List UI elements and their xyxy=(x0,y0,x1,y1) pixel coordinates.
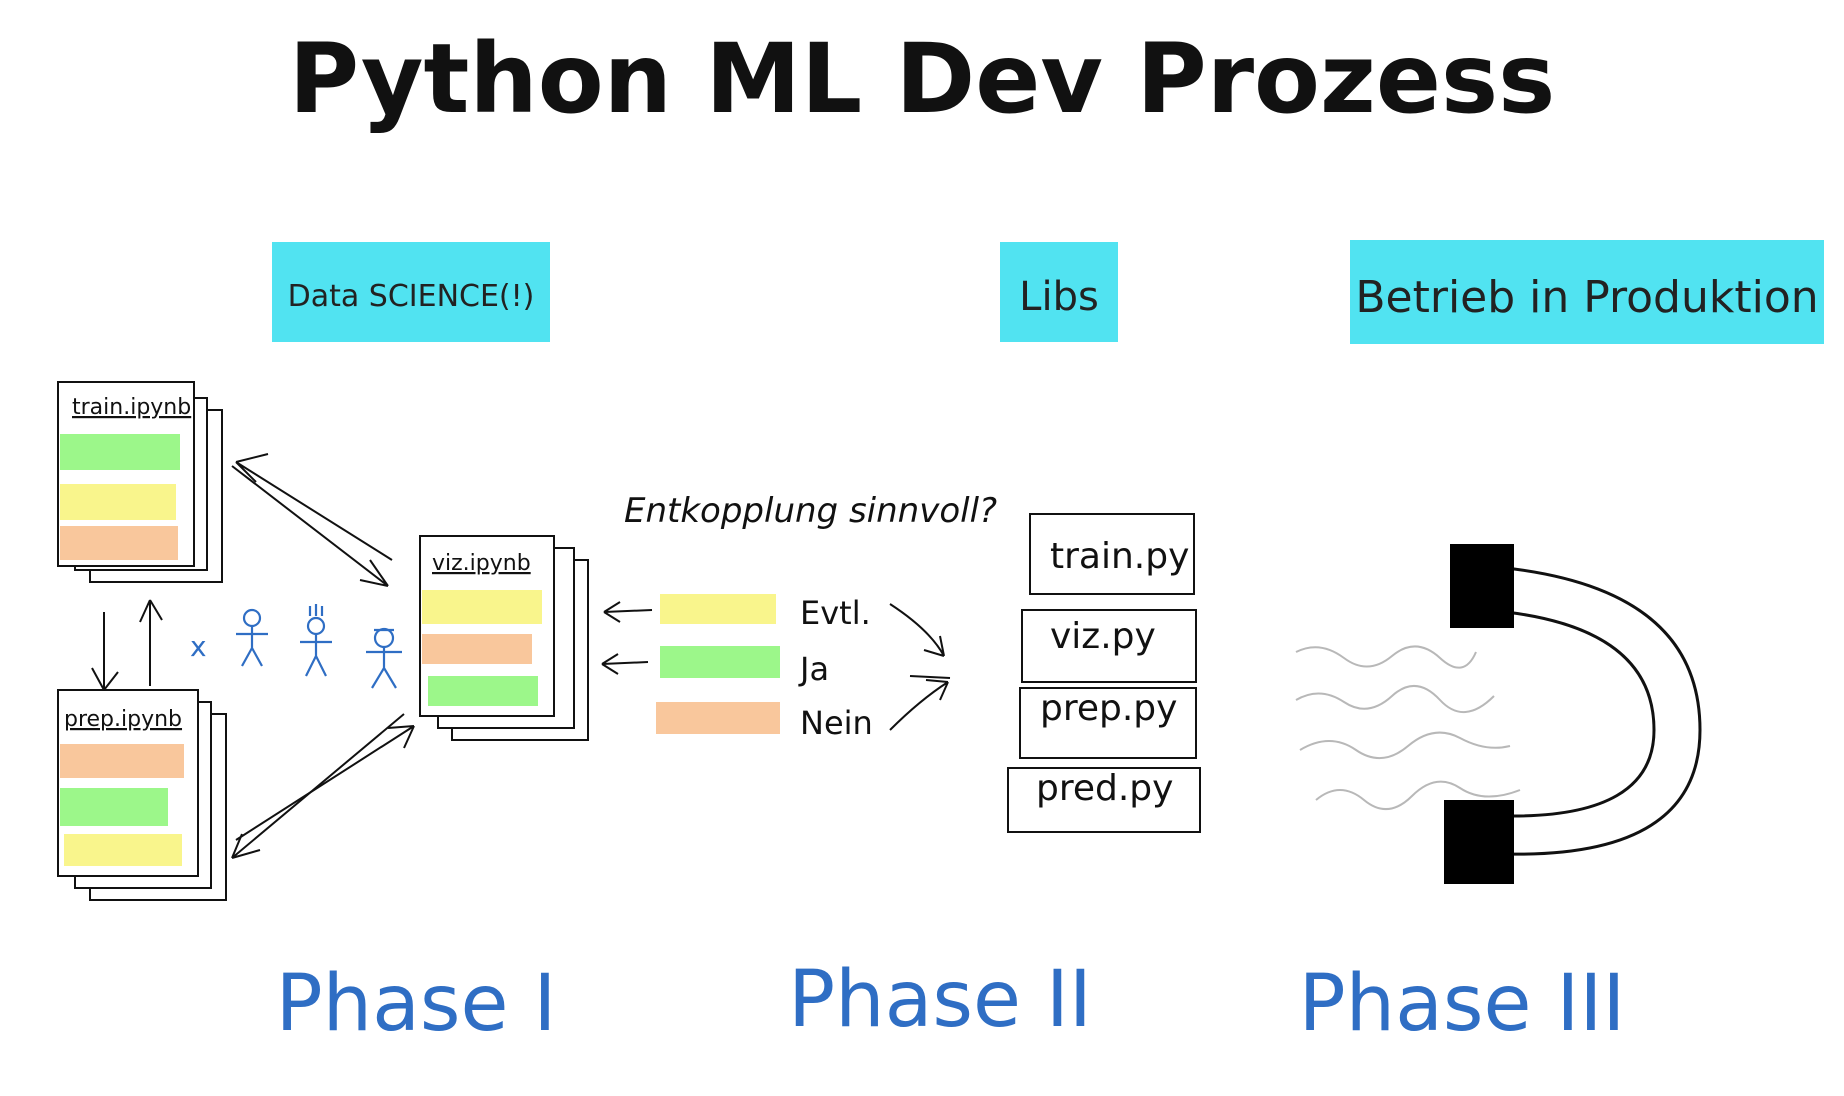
lib-prep-label: prep.py xyxy=(1040,688,1177,729)
person-icon xyxy=(300,604,332,677)
people-marks: x xyxy=(190,630,207,663)
magnetic-waves xyxy=(1295,645,1521,810)
cell-yellow xyxy=(64,834,182,866)
arrow-prep-to-viz xyxy=(235,725,415,841)
arrow-viz-to-prep xyxy=(231,713,405,859)
header-production-label: Betrieb in Produktion xyxy=(1355,272,1818,323)
phase-two-label: Phase II xyxy=(788,955,1092,1045)
notebook-train-label: train.ipynb xyxy=(72,395,191,420)
magnet-icon xyxy=(1444,544,1702,884)
person-icon xyxy=(366,627,402,689)
diagram-canvas: Python ML Dev Prozess Data SCIENCE(!) Li… xyxy=(0,0,1844,1096)
cell-yellow xyxy=(60,484,176,520)
cell-green xyxy=(428,676,538,706)
cell-orange xyxy=(60,744,184,778)
legend: Evtl. Ja Nein xyxy=(656,594,873,742)
cell-orange xyxy=(60,526,178,560)
arrow-to-libs xyxy=(889,603,945,657)
legend-swatch-yellow xyxy=(660,594,776,624)
arrow-to-libs xyxy=(889,679,949,731)
header-data-science-label: Data SCIENCE(!) xyxy=(288,279,535,314)
person-icon xyxy=(236,608,268,667)
legend-yes: Ja xyxy=(798,650,829,688)
legend-swatch-green xyxy=(660,646,780,678)
header-libs-label: Libs xyxy=(1019,274,1099,320)
decoupling-question: Entkopplung sinnvoll? xyxy=(624,491,997,531)
arrow-train-to-viz xyxy=(231,465,389,587)
legend-eventually: Evtl. xyxy=(800,594,871,632)
phase-labels: Phase I Phase II Phase III xyxy=(276,955,1626,1049)
arrow-left xyxy=(603,601,653,623)
header-production: Betrieb in Produktion xyxy=(1350,240,1824,344)
cell-yellow xyxy=(422,590,542,624)
diagram-title: Python ML Dev Prozess xyxy=(289,23,1556,135)
legend-swatch-orange xyxy=(656,702,780,734)
arrow-prep-to-train xyxy=(139,599,163,686)
arrow-left xyxy=(601,653,649,675)
arrow-train-to-prep xyxy=(91,612,119,691)
cell-green xyxy=(60,434,180,470)
phase-one-label: Phase I xyxy=(276,959,557,1049)
lib-pred-label: pred.py xyxy=(1036,768,1173,809)
arrow-viz-to-train xyxy=(235,453,393,561)
header-libs: Libs xyxy=(1000,242,1118,342)
cell-green xyxy=(60,788,168,826)
phase-three-label: Phase III xyxy=(1299,959,1626,1049)
notebook-prep-label: prep.ipynb xyxy=(64,707,182,732)
legend-no: Nein xyxy=(800,704,873,742)
lib-viz-label: viz.py xyxy=(1050,616,1156,657)
lib-train-label: train.py xyxy=(1050,536,1189,577)
notebook-viz-label: viz.ipynb xyxy=(432,551,531,576)
arrow-stroke xyxy=(909,675,951,679)
cell-orange xyxy=(422,634,532,664)
diagram-svg: Python ML Dev Prozess Data SCIENCE(!) Li… xyxy=(57,23,1824,1049)
header-data-science: Data SCIENCE(!) xyxy=(272,242,550,342)
collaborators: x xyxy=(190,604,402,689)
